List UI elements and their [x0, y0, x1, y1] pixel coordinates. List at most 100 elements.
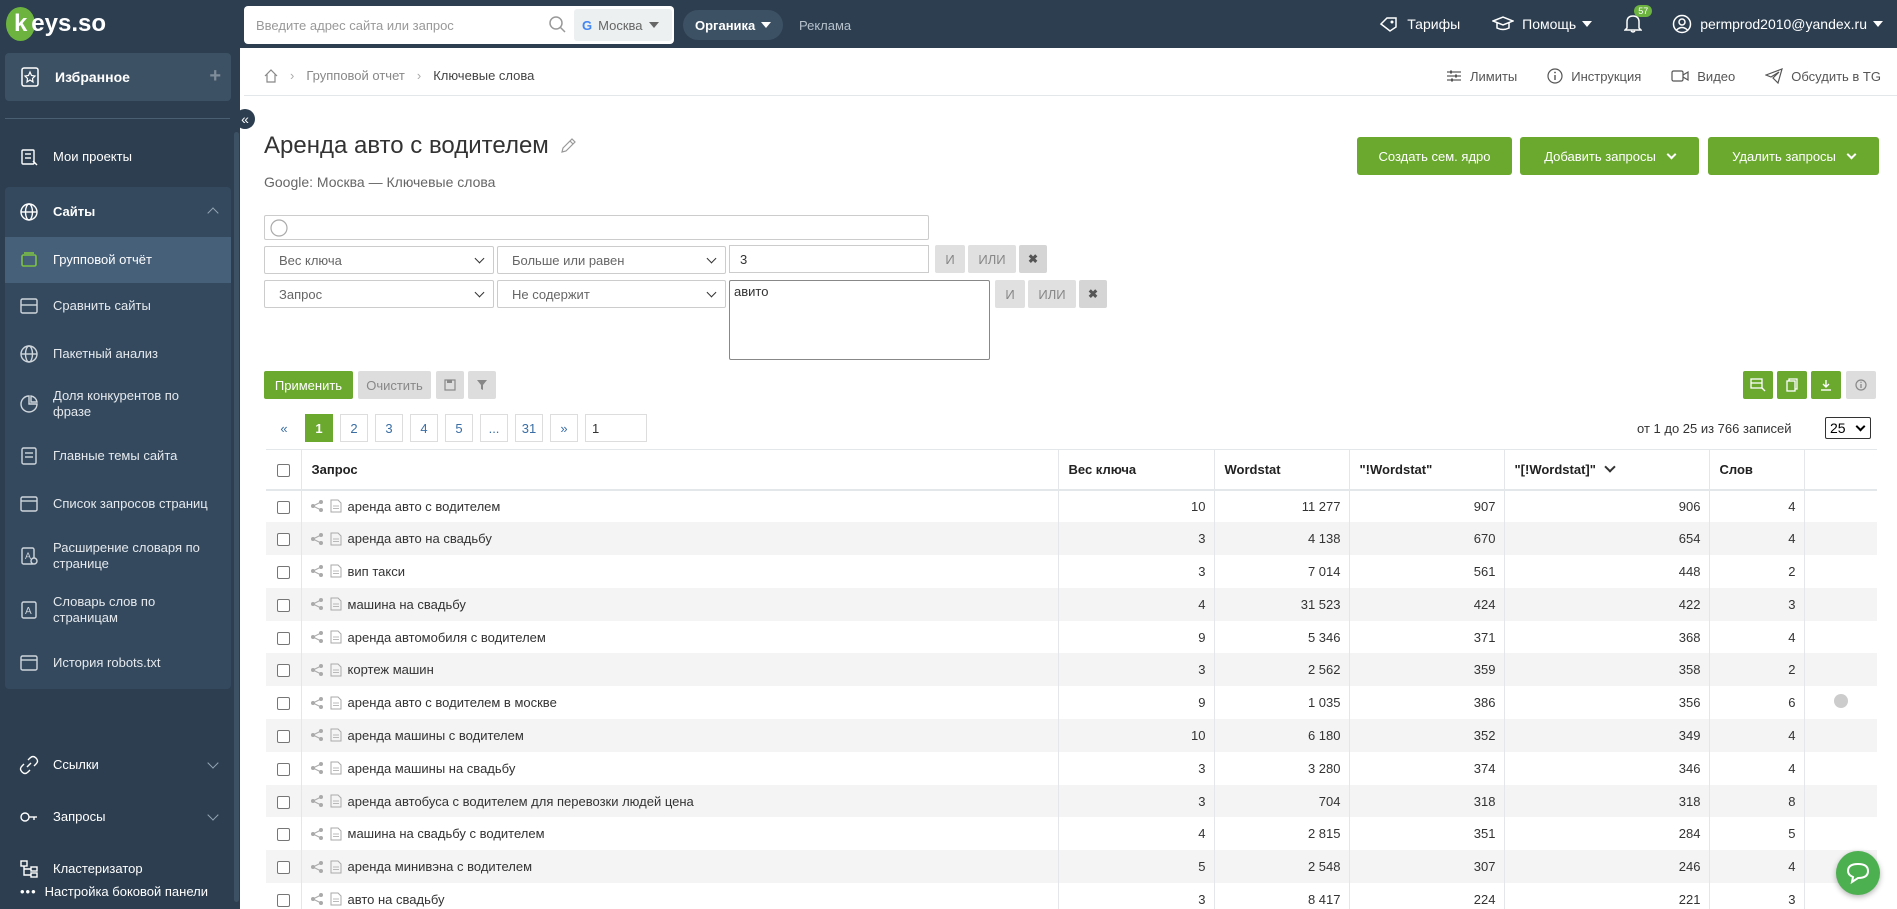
columns-button[interactable]: [1743, 371, 1773, 399]
plus-icon[interactable]: +: [209, 65, 221, 88]
region-select[interactable]: G Москва: [574, 9, 672, 41]
pagination-page[interactable]: 1: [305, 414, 333, 442]
row-checkbox[interactable]: [276, 795, 290, 809]
query-text[interactable]: машина на свадьбу: [348, 597, 466, 612]
share-icon[interactable]: [310, 892, 324, 906]
pagination-goto-input[interactable]: 1: [585, 414, 647, 442]
row-checkbox[interactable]: [276, 861, 290, 875]
sidebar-item-batch-analysis[interactable]: Пакетный анализ: [5, 331, 231, 377]
tab-ads[interactable]: Реклама: [799, 10, 851, 40]
share-icon[interactable]: [310, 532, 324, 546]
info-button[interactable]: [1846, 371, 1876, 399]
chat-widget[interactable]: [1836, 851, 1880, 895]
pagination-prev[interactable]: «: [270, 414, 298, 442]
search-input[interactable]: [244, 7, 544, 43]
header-brackets-wordstat[interactable]: "[!Wordstat]": [1503, 449, 1709, 491]
query-text[interactable]: аренда машины с водителем: [348, 728, 524, 743]
share-icon[interactable]: [310, 761, 324, 775]
row-checkbox[interactable]: [276, 730, 290, 743]
document-icon[interactable]: [330, 696, 342, 710]
sidebar-item-projects[interactable]: Мои проекты: [5, 137, 231, 177]
filter-remove-1-icon[interactable]: ✖: [1019, 245, 1047, 273]
query-text[interactable]: аренда автомобиля с водителем: [348, 630, 546, 645]
row-checkbox[interactable]: [276, 533, 290, 547]
search-icon[interactable]: [548, 15, 568, 35]
filter-op-select-1[interactable]: Больше или равен: [497, 246, 726, 274]
favorites[interactable]: Избранное +: [5, 53, 231, 101]
share-icon[interactable]: [310, 597, 324, 611]
pagination-page[interactable]: 3: [375, 414, 403, 442]
sidebar-item-dictionary-extension[interactable]: A Расширение словаря по странице: [5, 533, 231, 579]
share-icon[interactable]: [310, 564, 324, 578]
row-checkbox[interactable]: [276, 697, 290, 711]
help-menu[interactable]: Помощь: [1492, 16, 1593, 32]
query-text[interactable]: аренда минивэна с водителем: [348, 859, 533, 874]
query-text[interactable]: аренда авто с водителем в москве: [348, 695, 557, 710]
document-icon[interactable]: [330, 597, 342, 611]
header-excl-wordstat[interactable]: "!Wordstat": [1348, 449, 1504, 491]
pagination-page[interactable]: 5: [445, 414, 473, 442]
document-icon[interactable]: [330, 761, 342, 775]
collapse-sidebar-icon[interactable]: «: [235, 109, 255, 129]
query-text[interactable]: аренда авто на свадьбу: [348, 531, 492, 546]
document-icon[interactable]: [330, 663, 342, 677]
download-button[interactable]: [1811, 371, 1841, 399]
query-text[interactable]: аренда авто с водителем: [348, 499, 501, 514]
share-icon[interactable]: [310, 827, 324, 841]
breadcrumb-group-report[interactable]: Групповой отчет: [306, 68, 405, 83]
sidebar-item-sites[interactable]: Сайты: [5, 187, 231, 237]
discuss-tg-link[interactable]: Обсудить в TG: [1765, 68, 1881, 84]
filter-search-input[interactable]: [264, 215, 929, 240]
row-checkbox[interactable]: [276, 828, 290, 842]
globe-icon[interactable]: [1833, 694, 1848, 709]
filter-or-button-2[interactable]: ИЛИ: [1028, 280, 1076, 308]
filter-remove-2-icon[interactable]: ✖: [1079, 280, 1107, 308]
apply-button[interactable]: Применить: [264, 371, 353, 399]
query-text[interactable]: вип такси: [348, 564, 405, 579]
pagination-page[interactable]: 4: [410, 414, 438, 442]
sidebar-item-robots-history[interactable]: История robots.txt: [5, 640, 231, 686]
share-icon[interactable]: [310, 696, 324, 710]
pencil-icon[interactable]: [559, 137, 577, 155]
tab-organic[interactable]: Органика: [683, 10, 784, 40]
row-checkbox[interactable]: [276, 500, 290, 514]
query-text[interactable]: авто на свадьбу: [348, 892, 445, 907]
per-page-select[interactable]: 25: [1825, 417, 1871, 439]
row-checkbox[interactable]: [276, 566, 290, 580]
filter-and-button-2[interactable]: И: [995, 280, 1025, 308]
row-checkbox[interactable]: [276, 893, 290, 907]
document-icon[interactable]: [330, 532, 342, 546]
header-words[interactable]: Слов: [1708, 449, 1804, 491]
query-text[interactable]: аренда машины на свадьбу: [348, 761, 516, 776]
row-checkbox[interactable]: [276, 631, 290, 645]
video-link[interactable]: Видео: [1671, 69, 1735, 84]
document-icon[interactable]: [330, 728, 342, 742]
query-text[interactable]: кортеж машин: [348, 662, 434, 677]
sidebar-item-compare-sites[interactable]: Сравнить сайты: [5, 283, 231, 329]
sidebar-item-page-queries[interactable]: Список запросов страниц: [5, 481, 231, 527]
clear-button[interactable]: Очистить: [358, 371, 431, 399]
query-text[interactable]: аренда автобуса с водителем для перевозк…: [348, 794, 694, 809]
sidebar-item-competitor-share[interactable]: Доля конкурентов по фразе: [5, 381, 231, 427]
copy-button[interactable]: [1777, 371, 1807, 399]
pagination-next[interactable]: »: [550, 414, 578, 442]
share-icon[interactable]: [310, 794, 324, 808]
logo[interactable]: k eys.so: [6, 6, 106, 42]
filter-value-input-1[interactable]: 3: [729, 245, 929, 273]
limits-link[interactable]: Лимиты: [1446, 69, 1517, 84]
delete-queries-button[interactable]: Удалить запросы: [1708, 137, 1879, 175]
select-all-checkbox[interactable]: [276, 463, 290, 477]
header-wordstat[interactable]: Wordstat: [1213, 449, 1349, 491]
pagination-page[interactable]: 2: [340, 414, 368, 442]
instruction-link[interactable]: Инструкция: [1547, 68, 1641, 84]
notifications[interactable]: 57: [1623, 4, 1653, 36]
filter-field-select-2[interactable]: Запрос: [264, 280, 494, 308]
create-core-button[interactable]: Создать сем. ядро: [1357, 137, 1512, 175]
row-checkbox[interactable]: [276, 598, 290, 612]
sidebar-item-queries[interactable]: Запросы: [5, 792, 231, 842]
filter-op-select-2[interactable]: Не содержит: [497, 280, 726, 308]
header-query[interactable]: Запрос: [300, 449, 1058, 491]
sidebar-settings[interactable]: ••• Настройка боковой панели: [20, 884, 208, 899]
document-icon[interactable]: [330, 827, 342, 841]
sidebar-item-group-report[interactable]: Групповой отчёт: [5, 237, 231, 283]
